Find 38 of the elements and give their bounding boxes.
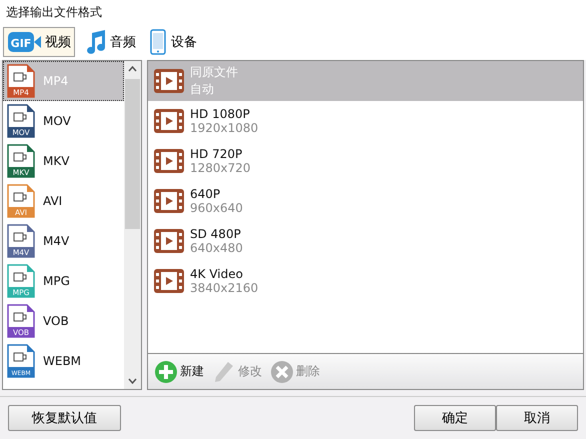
toolbar-button[interactable]: 新建 bbox=[152, 360, 206, 384]
film-icon bbox=[154, 109, 184, 133]
film-icon bbox=[154, 269, 184, 293]
preset-resolution: 1280x720 bbox=[190, 161, 251, 175]
preset-item[interactable]: HD 720P 1280x720 bbox=[148, 141, 583, 181]
tab[interactable]: 设备 bbox=[144, 27, 201, 57]
cross-icon bbox=[270, 360, 294, 384]
preset-name: HD 720P bbox=[190, 147, 244, 161]
film-icon bbox=[154, 189, 184, 213]
film-icon bbox=[154, 69, 184, 93]
film-icon bbox=[154, 149, 184, 173]
cancel-button[interactable]: 取消 bbox=[496, 405, 578, 431]
preset-name: 同原文件 bbox=[190, 64, 238, 81]
tab[interactable]: 音频 bbox=[79, 27, 140, 57]
preset-item[interactable]: HD 1080P 1920x1080 bbox=[148, 101, 583, 141]
preset-item[interactable]: 640P 960x640 bbox=[148, 181, 583, 221]
preset-item[interactable]: SD 480P 640x480 bbox=[148, 221, 583, 261]
scroll-up-icon[interactable] bbox=[128, 66, 137, 72]
pencil-icon bbox=[212, 360, 236, 384]
plus-icon bbox=[154, 360, 178, 384]
window-title: 选择输出文件格式 bbox=[6, 4, 102, 20]
film-icon bbox=[154, 229, 184, 253]
ok-button[interactable]: 确定 bbox=[414, 405, 496, 431]
preset-item[interactable]: 4K Video 3840x2160 bbox=[148, 261, 583, 301]
preset-resolution: 自动 bbox=[190, 81, 215, 98]
phone-icon bbox=[148, 29, 168, 55]
reset-button[interactable]: 恢复默认值 bbox=[8, 405, 121, 431]
preset-name: 640P bbox=[190, 187, 222, 201]
scrollbar[interactable] bbox=[124, 61, 141, 389]
preset-name: HD 1080P bbox=[190, 107, 251, 121]
preset-name: SD 480P bbox=[190, 227, 242, 241]
preset-resolution: 960x640 bbox=[190, 201, 243, 215]
preset-name: 4K Video bbox=[190, 267, 244, 281]
preset-resolution: 640x480 bbox=[190, 241, 243, 255]
scroll-down-icon[interactable] bbox=[128, 378, 137, 384]
preset-resolution: 1920x1080 bbox=[190, 121, 258, 135]
preset-resolution: 3840x2160 bbox=[190, 281, 258, 295]
tab[interactable]: GIF 视频 bbox=[3, 27, 75, 57]
